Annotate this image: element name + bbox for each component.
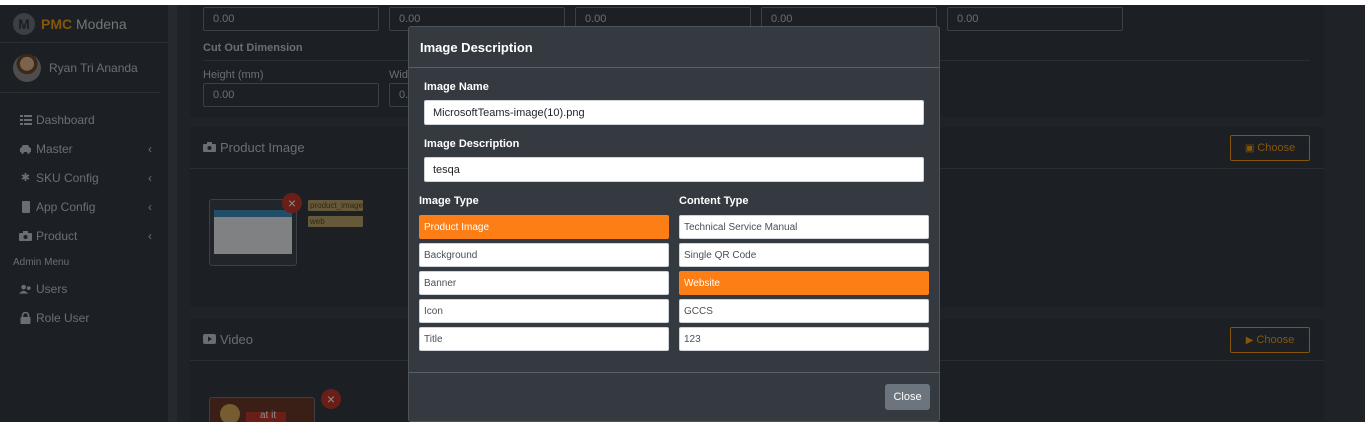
image-type-option[interactable]: Title xyxy=(419,327,669,351)
modal-footer-divider xyxy=(409,372,939,373)
image-name-label: Image Name xyxy=(424,81,489,93)
image-type-option[interactable]: Product Image xyxy=(419,215,669,239)
image-type-label: Image Type xyxy=(419,195,479,207)
image-type-option[interactable]: Banner xyxy=(419,271,669,295)
image-description-input[interactable]: tesqa xyxy=(424,157,924,182)
content-type-option[interactable]: 123 xyxy=(679,327,929,351)
content-type-option[interactable]: GCCS xyxy=(679,299,929,323)
content-type-label: Content Type xyxy=(679,195,749,207)
content-type-option[interactable]: Technical Service Manual xyxy=(679,215,929,239)
image-type-option[interactable]: Background xyxy=(419,243,669,267)
modal-title: Image Description xyxy=(409,27,939,68)
content-type-option[interactable]: Single QR Code xyxy=(679,243,929,267)
image-description-modal: Image Description Image Name MicrosoftTe… xyxy=(408,26,940,422)
image-type-option[interactable]: Icon xyxy=(419,299,669,323)
image-description-label: Image Description xyxy=(424,138,520,150)
close-button[interactable]: Close xyxy=(885,384,930,410)
image-name-input[interactable]: MicrosoftTeams-image(10).png xyxy=(424,100,924,125)
content-type-option[interactable]: Website xyxy=(679,271,929,295)
